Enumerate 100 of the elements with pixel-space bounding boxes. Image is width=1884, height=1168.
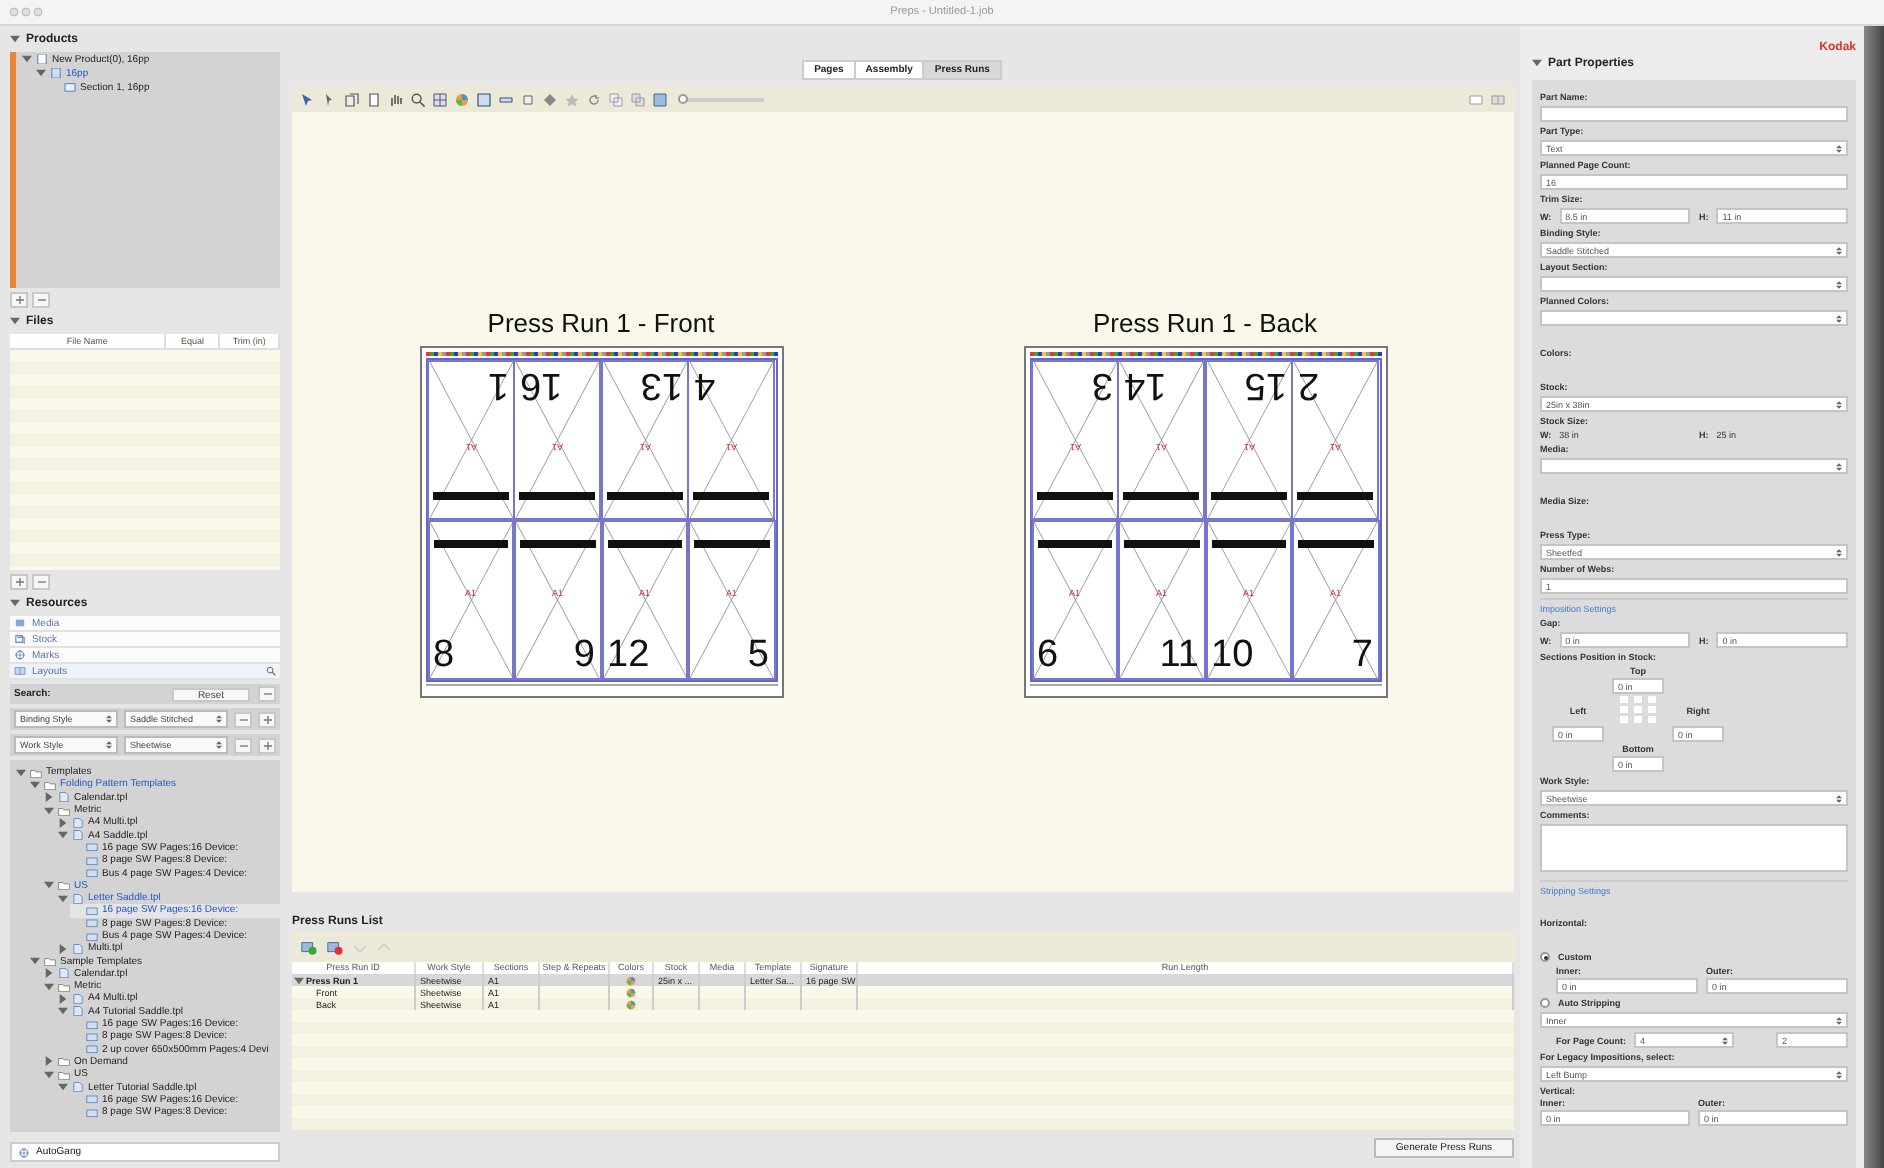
add-button[interactable] [258,737,276,753]
stack-icon [14,634,26,644]
remove-button[interactable] [234,711,252,727]
page-number: 13 [639,366,682,404]
mirror-icon[interactable] [630,91,646,107]
page-icon[interactable] [366,91,382,107]
folder-icon [58,880,70,891]
disclosure-triangle-icon[interactable] [58,993,68,1004]
stepper-arrows-icon [1836,1015,1842,1025]
fold-bar [1298,540,1373,548]
star-icon[interactable] [564,91,580,107]
rotate-icon[interactable] [586,91,602,107]
slider-thumb[interactable] [678,93,689,103]
plus-icon [15,296,23,304]
plus-icon [15,578,23,586]
fold-bar [1124,540,1199,548]
disclosure-triangle-icon[interactable] [294,975,304,985]
disclosure-triangle-icon[interactable] [16,767,26,778]
document-icon [58,968,70,979]
frame-icon[interactable] [476,91,492,107]
minus-icon [239,741,247,749]
page-icon [64,82,76,92]
zoom-icon[interactable] [410,91,426,107]
stepper-arrows-icon [216,740,222,750]
single-view-icon[interactable] [1468,91,1484,107]
stepper-arrows-icon [1836,793,1842,803]
input-field[interactable] [1540,106,1848,122]
remove-button[interactable] [32,574,50,590]
add-button[interactable] [10,574,28,590]
page-number: 16 [520,366,563,404]
disclosure-triangle-icon[interactable] [30,956,40,967]
dropdown[interactable] [1540,458,1848,474]
fold-bar [694,492,769,500]
page-number: 14 [1124,366,1167,404]
remove-button[interactable] [258,686,276,702]
disclosure-triangle-icon[interactable] [44,1056,54,1067]
page-number: 15 [1243,366,1286,404]
search-icon[interactable] [266,666,276,676]
fold-bar [520,492,595,500]
target-icon [18,1147,30,1157]
disclosure-triangle-icon[interactable] [10,598,20,608]
stepper-arrows-icon [1836,547,1842,557]
diamond-icon[interactable] [542,91,558,107]
stepper-arrows-icon [1836,399,1842,409]
fold-bar [1211,540,1286,548]
remove-button[interactable] [234,737,252,753]
radio-button[interactable] [1540,998,1550,1008]
strip-icon[interactable] [498,91,514,107]
radio-button[interactable] [1540,952,1550,962]
folder-icon [58,981,70,992]
image-icon[interactable] [652,91,668,107]
page-number: 2 [1298,366,1320,404]
window-controls-icon[interactable] [8,6,48,18]
page-number: 6 [1037,636,1059,674]
disclosure-triangle-icon[interactable] [30,779,40,790]
page-number: 1 [486,366,508,404]
remove-button[interactable] [32,292,50,308]
dropdown[interactable] [1540,276,1848,292]
add-button[interactable] [10,292,28,308]
add-press-run-icon[interactable] [300,939,318,955]
arrow-icon[interactable] [322,91,338,107]
duplicate-icon[interactable] [608,91,624,107]
fold-bar [607,492,682,500]
disclosure-triangle-icon[interactable] [10,316,20,326]
comments-field[interactable] [1540,824,1848,872]
minus-icon [37,296,45,304]
disclosure-triangle-icon[interactable] [44,968,54,979]
sheet-title: Press Run 1 - Back [1093,308,1317,338]
pointer-icon[interactable] [300,91,316,107]
sheet-title: Press Run 1 - Front [487,308,715,338]
minus-icon [263,690,271,698]
disclosure-triangle-icon[interactable] [44,880,54,891]
stepper-arrows-icon [216,714,222,724]
disclosure-triangle-icon[interactable] [58,1006,68,1017]
disclosure-triangle-icon[interactable] [44,1069,54,1080]
add-button[interactable] [258,711,276,727]
disclosure-triangle-icon[interactable] [44,792,54,803]
color-wheel-icon[interactable] [454,91,470,107]
pages-icon[interactable] [344,91,360,107]
disclosure-triangle-icon[interactable] [44,805,54,816]
fold-bar [694,540,769,548]
split-view-icon[interactable] [1490,91,1506,107]
disclosure-triangle-icon[interactable] [58,1082,68,1093]
disclosure-triangle-icon[interactable] [58,817,68,828]
media-icon [14,618,26,628]
minus-icon [239,715,247,723]
disclosure-triangle-icon[interactable] [58,893,68,904]
layout-icon [14,666,26,676]
disclosure-triangle-icon[interactable] [1532,58,1542,68]
disclosure-triangle-icon[interactable] [10,34,20,44]
folder-icon [58,805,70,816]
disclosure-triangle-icon[interactable] [58,830,68,841]
page-number: 9 [573,636,595,674]
disclosure-triangle-icon[interactable] [58,943,68,954]
disclosure-triangle-icon[interactable] [36,68,46,78]
disclosure-triangle-icon[interactable] [44,981,54,992]
grid-icon[interactable] [432,91,448,107]
disclosure-triangle-icon[interactable] [22,54,32,64]
delete-press-run-icon[interactable] [326,939,344,955]
dropdown[interactable] [1540,310,1848,326]
